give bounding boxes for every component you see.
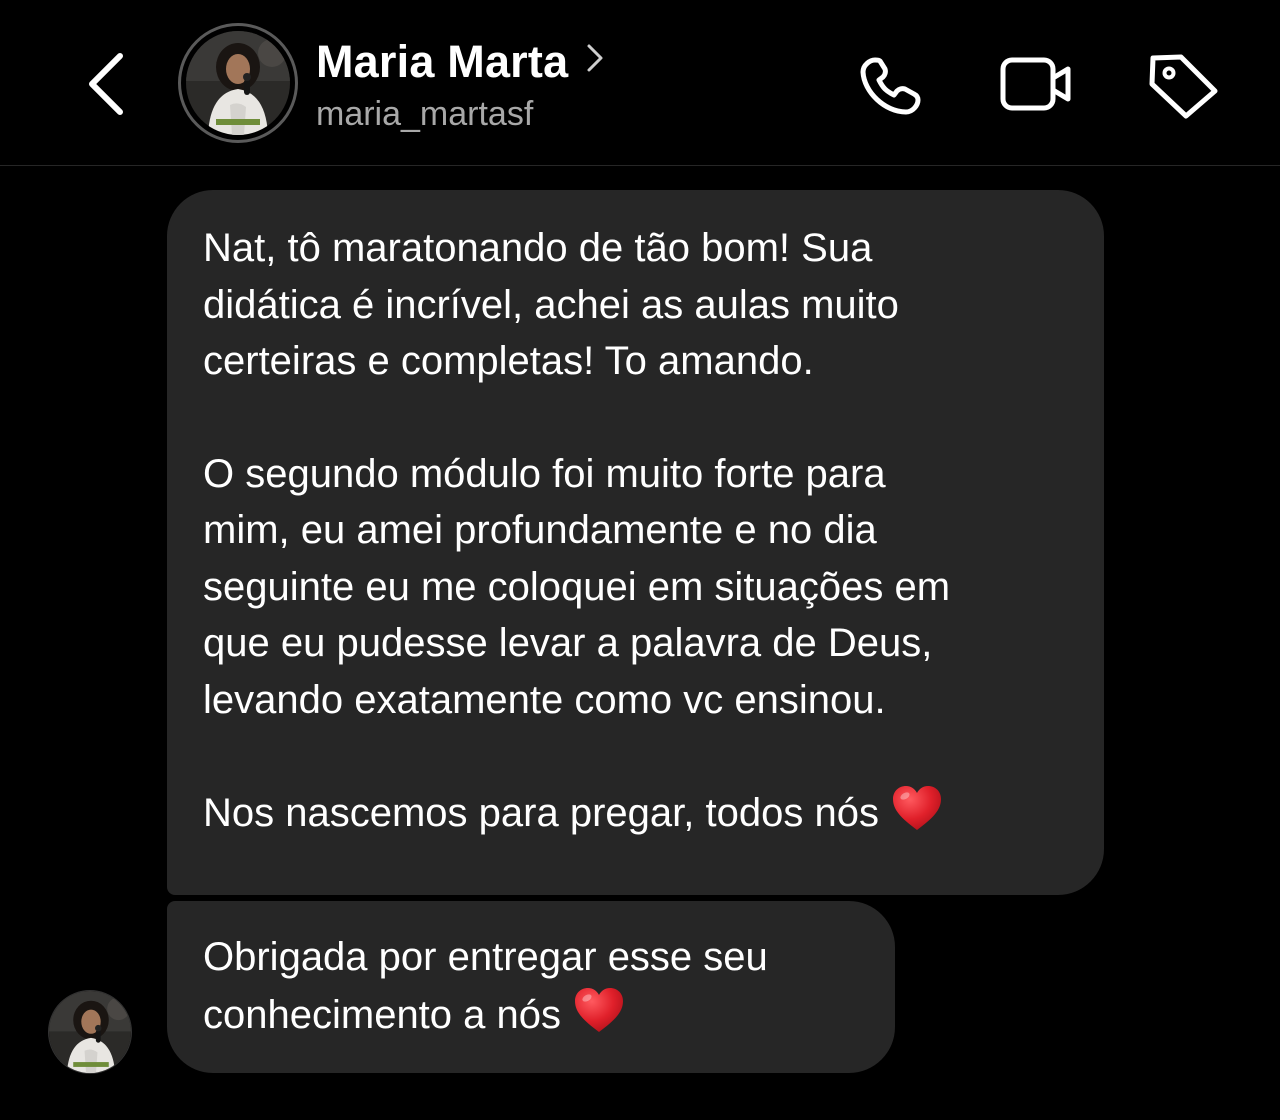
call-button[interactable] [854,48,930,120]
profile-photo [186,31,290,135]
contact-username: maria_martasf [316,95,534,133]
message-thread: Nat, tô maratonando de tão bom! Sua didá… [0,166,1280,1120]
video-call-button[interactable] [998,48,1074,120]
message-bubble[interactable]: Obrigada por entregar esse seu conhecime… [167,901,895,1073]
contact-info[interactable]: Maria Marta maria_martasf [316,34,604,136]
header-avatar[interactable] [178,23,298,143]
chevron-right-icon [587,44,603,72]
chat-header: Maria Marta maria_martasf [0,0,1280,166]
sender-avatar[interactable] [48,990,132,1074]
tag-icon [1149,54,1218,119]
red-heart-icon [892,786,941,830]
message-bubble[interactable]: Nat, tô maratonando de tão bom! Sua didá… [167,190,1104,895]
message-paragraph: Nat, tô maratonando de tão bom! Sua didá… [203,226,899,383]
red-heart-icon [575,987,624,1032]
profile-photo [49,991,131,1073]
message-paragraph: Nos nascemos para pregar, todos nós [203,784,1068,842]
message-paragraph: Obrigada por entregar esse seu conhecime… [203,929,859,1043]
message-paragraph-text: Obrigada por entregar esse seu conhecime… [203,935,768,1037]
message-paragraph-text: Nos nascemos para pregar, todos nós [203,791,879,835]
tag-button[interactable] [1145,48,1221,120]
back-button[interactable] [78,46,134,122]
message-paragraph: O segundo módulo foi muito forte para mi… [203,451,951,722]
contact-name: Maria Marta [316,36,569,87]
chevron-left-icon [89,53,123,115]
phone-icon [860,57,921,115]
video-camera-icon [1000,57,1071,111]
